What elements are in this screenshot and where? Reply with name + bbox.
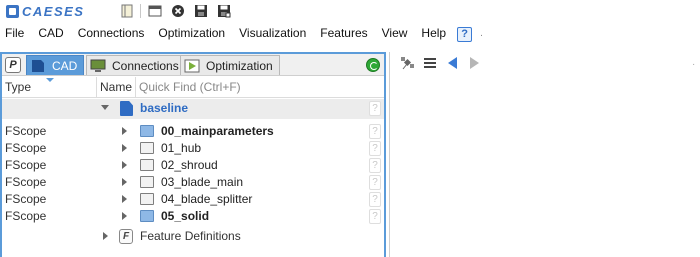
tab-connections-label: Connections [112,58,179,73]
cad-doc-icon [32,59,44,72]
menu-optimization[interactable]: Optimization [151,22,232,44]
back-arrow-icon[interactable] [444,56,460,70]
tab-cad-label: CAD [52,58,78,73]
tab-connections[interactable]: Connections [86,55,186,75]
help-button[interactable]: ? [457,27,473,42]
toolbar-overflow-dot: . [692,57,695,68]
row-label: 02_shroud [161,158,218,172]
save-all-icon[interactable] [217,4,231,18]
menu-bar: File CAD Connections Optimization Visual… [0,22,700,44]
folder-icon [140,125,154,137]
monitor-icon [90,59,106,72]
logo-text: CAESES [22,3,85,19]
folder-icon [140,210,154,222]
row-label: 04_blade_splitter [161,192,253,206]
title-bar: CAESES [0,0,700,22]
row-type: FScope [5,209,47,223]
collapsed-arrow-icon[interactable] [122,127,127,135]
expanded-arrow-icon[interactable] [101,105,109,110]
column-header: Type Name Quick Find (Ctrl+F) [2,77,384,98]
help-q-icon[interactable]: ? [369,101,381,116]
menu-file[interactable]: File [0,22,31,44]
baseline-label: baseline [140,101,189,115]
tab-optimization-label: Optimization [206,58,273,73]
forward-arrow-icon[interactable] [466,56,482,70]
tab-optimization[interactable]: Optimization [180,55,280,75]
menu-help[interactable]: Help [414,22,453,44]
tree-row[interactable]: FScope 01_hub ? [2,140,384,157]
folder-icon [140,159,154,171]
caeses-logo: CAESES [6,3,84,19]
viewer-toolbar: . [390,52,700,74]
tree-root-baseline[interactable]: baseline ? [2,99,384,119]
row-type: FScope [5,158,47,172]
cad-document-icon [120,101,133,116]
tree-row[interactable]: FScope 04_blade_splitter ? [2,191,384,208]
play-icon [184,59,200,72]
folder-icon [140,176,154,188]
logo-mark-icon [6,4,19,18]
menu-connections[interactable]: Connections [71,22,152,44]
row-label: 01_hub [161,141,202,155]
collapsed-arrow-icon[interactable] [122,212,127,220]
sort-indicator-icon [46,78,54,82]
help-q-icon[interactable]: ? [369,192,381,207]
collapsed-arrow-icon[interactable] [103,232,108,240]
help-q-icon[interactable]: ? [369,158,381,173]
collapsed-arrow-icon[interactable] [122,144,127,152]
menu-overflow-dot: . [480,27,483,39]
row-type: FScope [5,124,47,138]
collapsed-arrow-icon[interactable] [122,195,127,203]
column-divider[interactable] [96,77,97,97]
quick-find-input[interactable]: Quick Find (Ctrl+F) [139,77,241,97]
tree-row-feature-definitions[interactable]: F Feature Definitions [2,228,384,245]
tree-row[interactable]: FScope 00_mainparameters ? [2,123,384,140]
help-q-icon[interactable]: ? [369,124,381,139]
row-label: 00_mainparameters [161,124,274,138]
folder-icon [140,193,154,205]
row-type: FScope [5,192,47,206]
row-label: 03_blade_main [161,175,244,189]
tree-row[interactable]: FScope 03_blade_main ? [2,174,384,191]
new-window-icon[interactable] [148,4,162,18]
row-label: 05_solid [161,209,210,223]
list-icon[interactable] [422,56,438,70]
column-name[interactable]: Name [100,77,132,97]
help-q-icon[interactable]: ? [369,209,381,224]
menu-view[interactable]: View [375,22,415,44]
help-q-icon[interactable]: ? [369,175,381,190]
tree-row[interactable]: FScope 02_shroud ? [2,157,384,174]
menu-features[interactable]: Features [313,22,374,44]
panel-tab-bar: P CAD Connections Optimization [2,54,384,76]
collapsed-arrow-icon[interactable] [122,178,127,186]
close-icon[interactable] [171,4,185,18]
satellite-icon[interactable] [400,56,416,70]
collapsed-arrow-icon[interactable] [122,161,127,169]
pin-p-button[interactable]: P [5,57,21,73]
notebook-icon[interactable] [120,4,134,18]
tab-cad[interactable]: CAD [26,55,85,75]
toolbar-separator [140,4,141,18]
folder-icon [140,142,154,154]
object-tree-panel: P CAD Connections Optimization Type Name… [0,52,386,257]
column-type[interactable]: Type [5,77,31,97]
feature-definition-icon: F [119,229,133,244]
tree-row[interactable]: FScope 05_solid ? [2,208,384,225]
menu-cad[interactable]: CAD [31,22,70,44]
help-q-icon[interactable]: ? [369,141,381,156]
refresh-icon[interactable] [366,58,380,72]
column-divider[interactable] [135,77,136,97]
save-icon[interactable] [194,4,208,18]
viewer-panel: . [389,52,700,257]
row-type: FScope [5,141,47,155]
menu-visualization[interactable]: Visualization [232,22,313,44]
row-type: FScope [5,175,47,189]
feature-definitions-label: Feature Definitions [140,229,241,243]
